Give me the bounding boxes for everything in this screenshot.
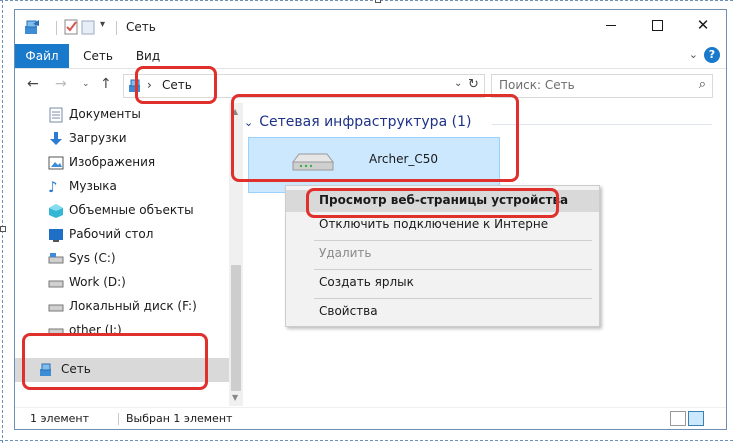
- annotation-box-network: [22, 333, 208, 390]
- menu-item-label: Отключить подключение к Интерне: [319, 217, 549, 231]
- menu-item-properties[interactable]: Свойства: [286, 301, 599, 323]
- music-icon: ♪: [48, 178, 58, 196]
- sidebar-item-pictures[interactable]: Изображения: [15, 151, 229, 175]
- sidebar-item-3d-objects[interactable]: Объемные объекты: [15, 199, 229, 223]
- sidebar-item-music[interactable]: ♪ Музыка: [15, 175, 229, 199]
- sidebar-item-drive-d[interactable]: Work (D:): [15, 271, 229, 295]
- selection-frame-left: [2, 0, 3, 443]
- customize-toolbar-icon[interactable]: ▾: [100, 19, 105, 37]
- pictures-icon: [48, 155, 64, 171]
- details-view-button[interactable]: [670, 411, 686, 426]
- annotation-box-address: [135, 66, 217, 104]
- chevron-down-icon[interactable]: ⌄: [689, 48, 698, 61]
- selection-frame-bottom: [0, 440, 733, 441]
- resize-handle-left[interactable]: [0, 226, 6, 232]
- toolbar-separator: [56, 21, 57, 35]
- close-button[interactable]: ✕: [680, 10, 726, 40]
- minimize-button[interactable]: [588, 10, 634, 40]
- forward-arrow-icon[interactable]: →: [55, 76, 67, 92]
- drive-icon: [48, 299, 64, 315]
- sidebar-item-label: Объемные объекты: [69, 203, 194, 217]
- annotation-box-device: [231, 94, 519, 182]
- sidebar-item-drive-c[interactable]: Sys (C:): [15, 247, 229, 271]
- up-arrow-icon[interactable]: ↑: [100, 76, 112, 92]
- menu-separator: [314, 240, 592, 241]
- group-divider: [492, 124, 712, 125]
- downloads-icon: [48, 131, 64, 147]
- sidebar-item-label: Sys (C:): [69, 251, 116, 265]
- large-icons-view-button[interactable]: [688, 411, 704, 426]
- sidebar-item-downloads[interactable]: Загрузки: [15, 127, 229, 151]
- sidebar-item-label: Локальный диск (F:): [69, 299, 197, 313]
- scroll-down-icon[interactable]: ▼: [232, 393, 238, 402]
- new-folder-icon[interactable]: [81, 18, 95, 36]
- minimize-icon: [606, 24, 616, 26]
- window-title: Сеть: [126, 20, 156, 34]
- sidebar-item-desktop[interactable]: Рабочий стол: [15, 223, 229, 247]
- sidebar-item-label: Загрузки: [69, 131, 127, 145]
- status-separator: [118, 413, 119, 425]
- drive-icon: [48, 275, 64, 291]
- menu-item-create-shortcut[interactable]: Создать ярлык: [286, 272, 599, 294]
- scrollbar-thumb[interactable]: [231, 265, 241, 391]
- maximize-icon: [651, 19, 663, 31]
- item-count: 1 элемент: [30, 412, 89, 425]
- status-bar: 1 элемент Выбран 1 элемент: [15, 407, 726, 430]
- tab-view[interactable]: Вид: [127, 44, 169, 68]
- sidebar-item-label: Документы: [69, 107, 141, 121]
- sidebar-item-label: Изображения: [69, 155, 156, 169]
- title-bar: ▾ Сеть ✕: [15, 10, 726, 44]
- sidebar-item-label: Музыка: [69, 179, 117, 193]
- address-dropdown-icon[interactable]: ⌄: [454, 78, 462, 89]
- desktop-icon: [48, 227, 64, 243]
- menu-item-delete[interactable]: Удалить: [286, 243, 599, 265]
- search-placeholder: Поиск: Сеть: [499, 78, 575, 92]
- sidebar-item-documents[interactable]: Документы: [15, 103, 229, 127]
- menu-item-label: Удалить: [319, 246, 372, 260]
- close-icon: ✕: [696, 16, 710, 34]
- refresh-icon[interactable]: ↻: [468, 77, 479, 92]
- ribbon-tabs: Файл Сеть Вид ⌄ ?: [15, 44, 726, 69]
- toolbar-separator: [116, 21, 117, 35]
- properties-icon[interactable]: [63, 18, 79, 36]
- help-icon[interactable]: ?: [704, 47, 720, 63]
- recent-locations-icon[interactable]: ⌄: [82, 79, 90, 89]
- network-window-icon: [23, 18, 41, 36]
- maximize-button[interactable]: [634, 10, 680, 40]
- sidebar-item-label: Work (D:): [69, 275, 126, 289]
- menu-separator: [314, 269, 592, 270]
- annotation-box-menu-item: [306, 188, 559, 218]
- resize-handle-top[interactable]: [375, 0, 381, 3]
- sidebar-item-drive-f[interactable]: Локальный диск (F:): [15, 295, 229, 319]
- documents-icon: [48, 107, 64, 123]
- tab-network[interactable]: Сеть: [77, 44, 119, 68]
- sidebar-item-label: Рабочий стол: [69, 227, 154, 241]
- menu-separator: [314, 298, 592, 299]
- menu-item-label: Свойства: [319, 304, 378, 318]
- selected-count: Выбран 1 элемент: [126, 412, 233, 425]
- drive-icon: [48, 251, 64, 267]
- tab-file[interactable]: Файл: [15, 44, 69, 68]
- search-box[interactable]: Поиск: Сеть ⌕: [491, 74, 713, 98]
- menu-item-label: Создать ярлык: [319, 275, 414, 289]
- selection-frame-top: [0, 0, 733, 1]
- search-icon[interactable]: ⌕: [699, 77, 706, 92]
- 3d-objects-icon: [48, 203, 64, 219]
- back-arrow-icon[interactable]: ←: [27, 76, 39, 92]
